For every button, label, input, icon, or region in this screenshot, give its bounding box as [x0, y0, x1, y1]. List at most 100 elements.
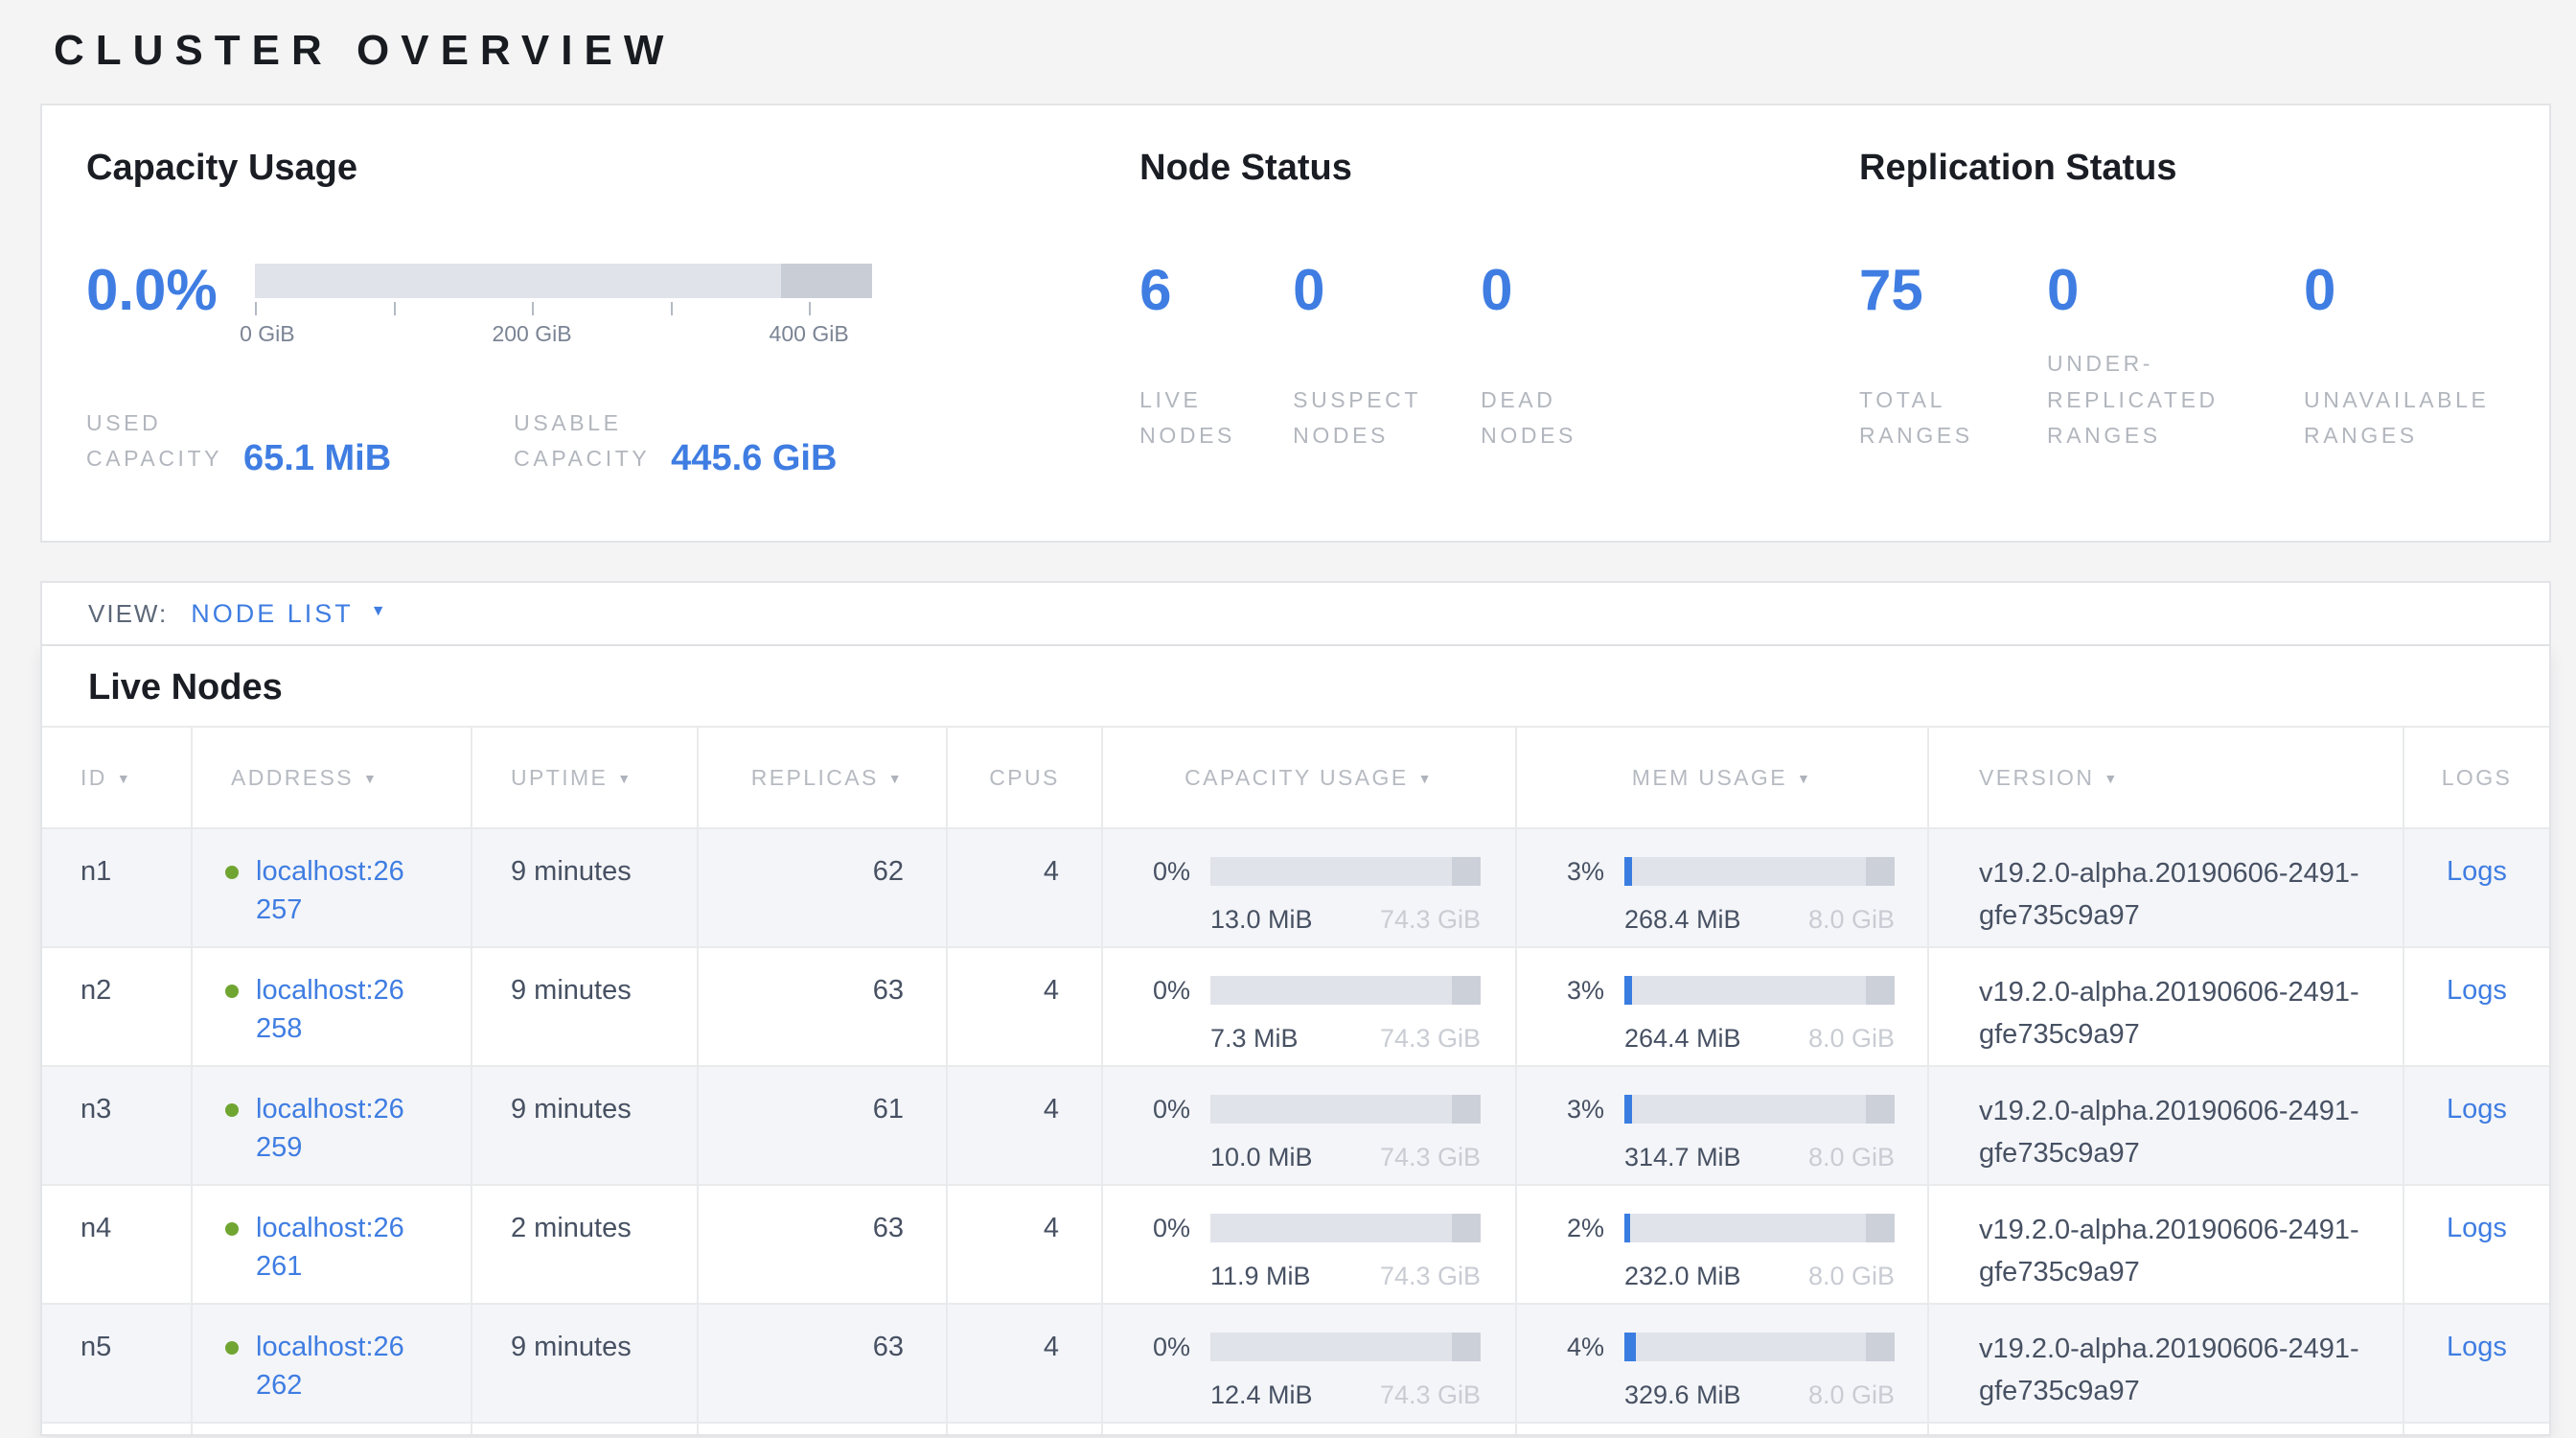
node-version-cell: v19.2.0-alpha.20190606-2491-gfe735c9a97: [1928, 1066, 2404, 1185]
used-capacity-value: 65.1 MiB: [243, 439, 391, 477]
node-mem-usage-cell: 3% 314.7 MiB 8.0 GiB: [1516, 1066, 1928, 1185]
sort-desc-icon: ▼: [363, 771, 379, 786]
capacity-bar: [1210, 1095, 1481, 1124]
view-selector-bar: VIEW: NODE LIST ▼: [40, 581, 2551, 646]
cluster-overview-page: CLUSTER OVERVIEW Capacity Usage 0.0% 0 G…: [0, 0, 2576, 1438]
column-header-address[interactable]: ADDRESS▼: [192, 727, 472, 828]
mem-bar: [1624, 976, 1895, 1005]
node-version-cell: v19.2.0-alpha.20190606-2491-gfe735c9a97: [1928, 1185, 2404, 1304]
capacity-used-value: 7.3 MiB: [1210, 1021, 1299, 1055]
node-id-cell: n4: [42, 1185, 192, 1304]
mem-bar: [1624, 857, 1895, 886]
node-version-cell: v19.2.0-alpha.20190606-2491-gfe735c9a97: [1928, 828, 2404, 947]
column-header-id[interactable]: ID▼: [42, 727, 192, 828]
table-row: n3 localhost:26259 9 minutes 61 4 0% 10.…: [42, 1066, 2549, 1185]
table-row-partial: [42, 1423, 2549, 1436]
node-address-link[interactable]: localhost:26259: [256, 1090, 419, 1167]
live-nodes-panel: Live Nodes ID▼ ADDRESS▼ UPTIME▼ REPLICAS…: [40, 646, 2551, 1436]
gauge-label-0: 0 GiB: [240, 321, 295, 347]
node-cpus-cell: 4: [947, 1185, 1102, 1304]
node-uptime-cell: 9 minutes: [472, 1066, 698, 1185]
live-nodes-label: LIVE NODES: [1139, 383, 1262, 454]
node-replicas-cell: 63: [698, 1185, 947, 1304]
table-row: n4 localhost:26261 2 minutes 63 4 0% 11.…: [42, 1185, 2549, 1304]
mem-total-value: 8.0 GiB: [1808, 1259, 1895, 1293]
mem-total-value: 8.0 GiB: [1808, 1378, 1895, 1412]
node-address-link[interactable]: localhost:26257: [256, 852, 419, 929]
capacity-gauge: 0 GiB 200 GiB 400 GiB: [255, 264, 872, 348]
column-header-cpus: CPUS: [947, 727, 1102, 828]
sort-desc-icon: ▼: [2104, 771, 2119, 786]
node-address-link[interactable]: localhost:26258: [256, 971, 419, 1048]
usable-capacity-label: USABLE CAPACITY: [514, 406, 652, 477]
logs-link[interactable]: Logs: [2447, 975, 2507, 1006]
node-address-link[interactable]: localhost:26261: [256, 1209, 419, 1286]
logs-link[interactable]: Logs: [2447, 856, 2507, 887]
capacity-used-value: 13.0 MiB: [1210, 902, 1313, 937]
live-nodes-table: ID▼ ADDRESS▼ UPTIME▼ REPLICAS▼ CPUS CAPA…: [42, 726, 2549, 1436]
node-address-cell: localhost:26259: [192, 1066, 472, 1185]
mem-percent: 4%: [1567, 1328, 1617, 1366]
node-live-status-icon: [225, 1103, 239, 1117]
capacity-gauge-ticks: [255, 302, 872, 317]
total-ranges-stat: 75 TOTAL RANGES: [1859, 258, 2016, 453]
table-row: n1 localhost:26257 9 minutes 62 4 0% 13.…: [42, 828, 2549, 947]
column-header-uptime[interactable]: UPTIME▼: [472, 727, 698, 828]
capacity-gauge-bar: [255, 264, 872, 298]
node-id-cell: n2: [42, 947, 192, 1066]
column-header-version[interactable]: VERSION▼: [1928, 727, 2404, 828]
capacity-percent: 0%: [1153, 1328, 1203, 1366]
column-header-replicas[interactable]: REPLICAS▼: [698, 727, 947, 828]
logs-link[interactable]: Logs: [2447, 1332, 2507, 1362]
capacity-total-value: 74.3 GiB: [1380, 1021, 1481, 1055]
table-header-row: ID▼ ADDRESS▼ UPTIME▼ REPLICAS▼ CPUS CAPA…: [42, 727, 2549, 828]
logs-link[interactable]: Logs: [2447, 1094, 2507, 1125]
node-mem-usage-cell: 3% 268.4 MiB 8.0 GiB: [1516, 828, 1928, 947]
capacity-total-value: 74.3 GiB: [1380, 1259, 1481, 1293]
replication-status-title: Replication Status: [1859, 148, 2549, 189]
capacity-bar: [1210, 976, 1481, 1005]
view-select-dropdown[interactable]: NODE LIST: [191, 599, 354, 629]
view-label: VIEW:: [88, 599, 168, 629]
logs-link[interactable]: Logs: [2447, 1213, 2507, 1243]
node-uptime-cell: 2 minutes: [472, 1185, 698, 1304]
node-address-cell: localhost:26258: [192, 947, 472, 1066]
node-logs-cell: Logs: [2404, 1066, 2549, 1185]
mem-used-value: 268.4 MiB: [1624, 902, 1741, 937]
node-live-status-icon: [225, 1341, 239, 1355]
node-version-text: v19.2.0-alpha.20190606-2491-gfe735c9a97: [1979, 1209, 2374, 1293]
column-header-logs: LOGS: [2404, 727, 2549, 828]
node-status-title: Node Status: [1139, 148, 1859, 189]
total-ranges-label: TOTAL RANGES: [1859, 383, 2016, 454]
mem-total-value: 8.0 GiB: [1808, 902, 1895, 937]
node-capacity-usage-cell: 0% 10.0 MiB 74.3 GiB: [1102, 1066, 1516, 1185]
node-address-cell: localhost:26261: [192, 1185, 472, 1304]
sort-desc-icon: ▼: [1418, 771, 1434, 786]
used-capacity-stat: USED CAPACITY 65.1 MiB: [86, 406, 391, 477]
node-live-status-icon: [225, 985, 239, 998]
node-address-link[interactable]: localhost:26262: [256, 1328, 419, 1404]
under-replicated-ranges-stat: 0 UNDER-REPLICATED RANGES: [2047, 258, 2273, 453]
live-nodes-value: 6: [1139, 258, 1262, 323]
node-logs-cell: Logs: [2404, 1185, 2549, 1304]
chevron-down-icon[interactable]: ▼: [371, 603, 386, 620]
column-header-mem-usage[interactable]: MEM USAGE▼: [1516, 727, 1928, 828]
node-mem-usage-cell: 3% 264.4 MiB 8.0 GiB: [1516, 947, 1928, 1066]
sort-desc-icon: ▼: [117, 771, 132, 786]
unavailable-ranges-label: UNAVAILABLE RANGES: [2304, 383, 2518, 454]
dead-nodes-value: 0: [1481, 258, 1645, 323]
capacity-percent: 0%: [1153, 1209, 1203, 1247]
sort-desc-icon: ▼: [617, 771, 632, 786]
used-capacity-label: USED CAPACITY: [86, 406, 224, 477]
table-row: n2 localhost:26258 9 minutes 63 4 0% 7.3…: [42, 947, 2549, 1066]
capacity-gauge-dark-segment: [781, 264, 872, 298]
node-capacity-usage-cell: 0% 7.3 MiB 74.3 GiB: [1102, 947, 1516, 1066]
gauge-label-400: 400 GiB: [770, 321, 849, 347]
capacity-used-percent: 0.0%: [86, 258, 255, 348]
gauge-label-200: 200 GiB: [492, 321, 571, 347]
capacity-total-value: 74.3 GiB: [1380, 1378, 1481, 1412]
mem-percent: 2%: [1567, 1209, 1617, 1247]
node-uptime-cell: 9 minutes: [472, 947, 698, 1066]
column-header-capacity-usage[interactable]: CAPACITY USAGE▼: [1102, 727, 1516, 828]
live-nodes-stat: 6 LIVE NODES: [1139, 258, 1262, 453]
